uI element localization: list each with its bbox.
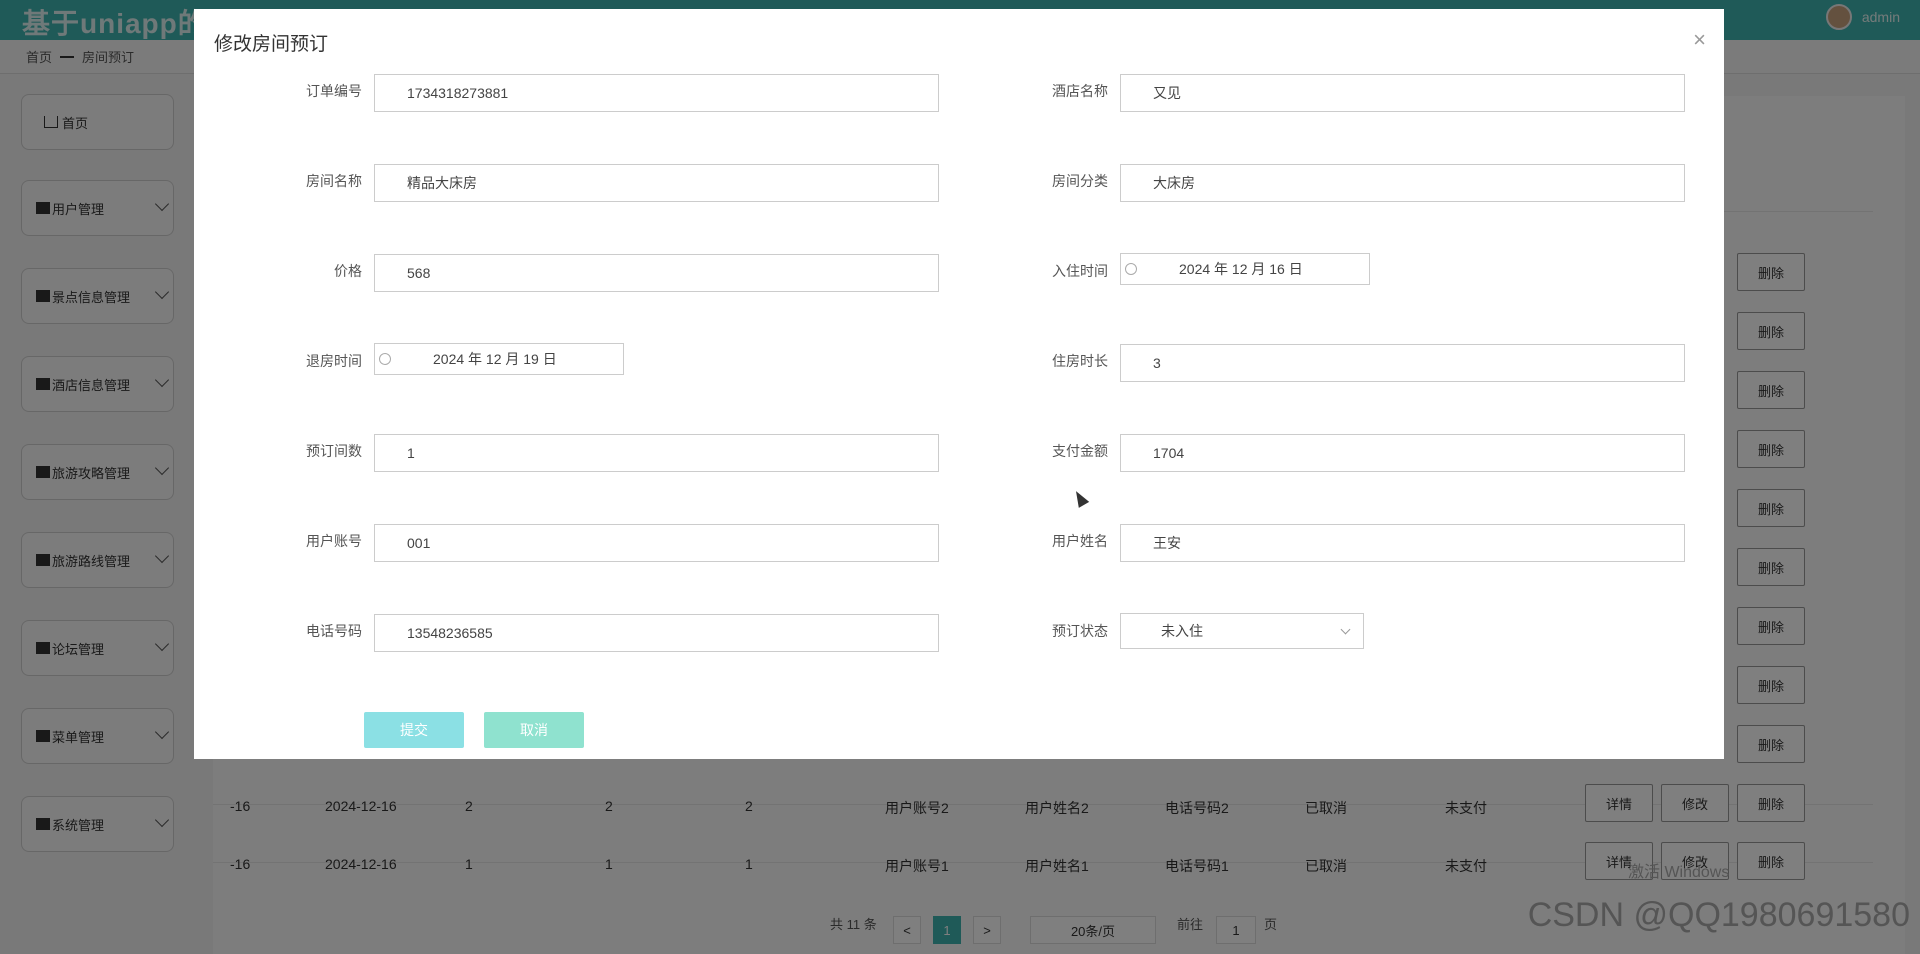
- order-no-field[interactable]: 1734318273881: [374, 74, 939, 112]
- amount-field[interactable]: 1704: [1120, 434, 1685, 472]
- dialog-title: 修改房间预订: [214, 34, 329, 55]
- room-name-field[interactable]: 精品大床房: [374, 164, 939, 202]
- rooms-count-label: 预订间数: [306, 443, 362, 459]
- price-label: 价格: [334, 263, 362, 279]
- room-name-label: 房间名称: [306, 173, 362, 189]
- checkout-label: 退房时间: [306, 353, 362, 369]
- clock-icon: [379, 353, 391, 365]
- phone-field[interactable]: 13548236585: [374, 614, 939, 652]
- watermark: CSDN @QQ1980691580: [1527, 896, 1910, 934]
- room-category-field[interactable]: 大床房: [1120, 164, 1685, 202]
- user-name-field[interactable]: 王安: [1120, 524, 1685, 562]
- cancel-button[interactable]: 取消: [484, 712, 584, 748]
- submit-button[interactable]: 提交: [364, 712, 464, 748]
- clock-icon: [1125, 263, 1137, 275]
- edit-booking-dialog: 修改房间预订 × 订单编号 1734318273881 酒店名称 又见 房间名称…: [194, 9, 1724, 759]
- hotel-name-field[interactable]: 又见: [1120, 74, 1685, 112]
- booking-status-select[interactable]: 未入住: [1120, 613, 1364, 649]
- hotel-name-label: 酒店名称: [1052, 83, 1108, 99]
- checkin-date-picker[interactable]: 2024 年 12 月 16 日: [1120, 253, 1370, 285]
- checkout-date-picker[interactable]: 2024 年 12 月 19 日: [374, 343, 624, 375]
- price-field[interactable]: 568: [374, 254, 939, 292]
- user-account-field[interactable]: 001: [374, 524, 939, 562]
- close-icon[interactable]: ×: [1693, 29, 1706, 51]
- checkout-date-value: 2024 年 12 月 19 日: [433, 351, 557, 367]
- user-account-label: 用户账号: [306, 533, 362, 549]
- order-no-label: 订单编号: [306, 83, 362, 99]
- user-name-label: 用户姓名: [1052, 533, 1108, 549]
- duration-label: 住房时长: [1052, 353, 1108, 369]
- checkin-date-value: 2024 年 12 月 16 日: [1179, 261, 1303, 277]
- amount-label: 支付金额: [1052, 443, 1108, 459]
- chevron-down-icon: [1340, 624, 1351, 635]
- booking-status-value: 未入住: [1161, 623, 1203, 639]
- checkin-label: 入住时间: [1052, 263, 1108, 279]
- duration-field[interactable]: 3: [1120, 344, 1685, 382]
- phone-label: 电话号码: [306, 623, 362, 639]
- rooms-count-field[interactable]: 1: [374, 434, 939, 472]
- booking-status-label: 预订状态: [1052, 623, 1108, 639]
- room-category-label: 房间分类: [1052, 173, 1108, 189]
